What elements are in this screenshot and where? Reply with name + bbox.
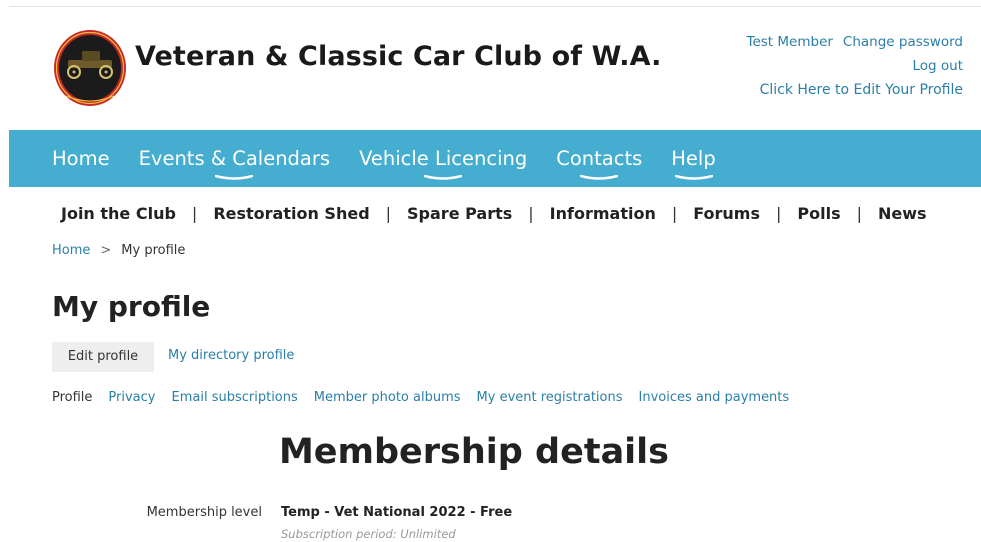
subnav-news[interactable]: News xyxy=(878,204,927,223)
page-title: My profile xyxy=(52,290,211,323)
my-directory-profile-link[interactable]: My directory profile xyxy=(168,348,294,363)
membership-level-label: Membership level xyxy=(146,505,262,520)
subnav-separator: | xyxy=(385,204,392,223)
membership-level-value: Temp - Vet National 2022 - Free xyxy=(281,505,513,520)
logout-link[interactable]: Log out xyxy=(912,58,963,74)
breadcrumb-home-link[interactable]: Home xyxy=(52,243,90,258)
tab-invoices-and-payments[interactable]: Invoices and payments xyxy=(639,390,790,405)
nav-item-contacts[interactable]: Contacts xyxy=(556,130,642,187)
nav-item-help[interactable]: Help xyxy=(671,130,716,187)
breadcrumb-current: My profile xyxy=(121,243,186,258)
nav-item-vehicle-licencing[interactable]: Vehicle Licencing xyxy=(359,130,527,187)
nav-item-label: Home xyxy=(52,147,110,170)
tab-my-event-registrations[interactable]: My event registrations xyxy=(477,390,623,405)
nav-item-label: Vehicle Licencing xyxy=(359,147,528,170)
subnav-forums[interactable]: Forums xyxy=(693,204,760,223)
nav-item-label: Help xyxy=(671,147,716,170)
subnav-separator: | xyxy=(191,204,198,223)
submenu-swoosh-icon xyxy=(674,175,713,180)
subscription-period-note: Subscription period: Unlimited xyxy=(281,527,456,541)
secondary-navigation: Join the Club | Restoration Shed | Spare… xyxy=(61,204,927,223)
subnav-polls[interactable]: Polls xyxy=(797,204,840,223)
breadcrumb-separator: > xyxy=(100,243,112,258)
submenu-swoosh-icon xyxy=(580,175,619,180)
profile-tabs: Profile Privacy Email subscriptions Memb… xyxy=(52,390,805,405)
tab-email-subscriptions[interactable]: Email subscriptions xyxy=(172,390,298,405)
site-title[interactable]: Veteran & Classic Car Club of W.A. xyxy=(135,41,662,72)
member-name-link[interactable]: Test Member xyxy=(747,34,833,50)
tab-profile[interactable]: Profile xyxy=(52,390,92,405)
main-navigation: Home Events & Calendars Vehicle Licencin… xyxy=(9,130,981,187)
submenu-swoosh-icon xyxy=(215,175,254,180)
subnav-separator: | xyxy=(528,204,534,223)
tab-member-photo-albums[interactable]: Member photo albums xyxy=(314,390,461,405)
change-password-link[interactable]: Change password xyxy=(843,34,963,50)
submenu-swoosh-icon xyxy=(424,175,463,180)
nav-item-events-calendars[interactable]: Events & Calendars xyxy=(139,130,330,187)
edit-profile-button[interactable]: Edit profile xyxy=(52,342,154,372)
subnav-separator: | xyxy=(856,204,862,223)
account-links: Test Member Change password Log out Click… xyxy=(747,31,963,103)
tab-privacy[interactable]: Privacy xyxy=(108,390,155,405)
nav-item-label: Events & Calendars xyxy=(138,147,331,170)
subnav-separator: | xyxy=(775,204,782,223)
subnav-information[interactable]: Information xyxy=(550,204,656,223)
top-divider xyxy=(9,6,981,7)
breadcrumb: Home > My profile xyxy=(52,243,185,258)
subnav-spare-parts[interactable]: Spare Parts xyxy=(407,204,512,223)
subnav-join-the-club[interactable]: Join the Club xyxy=(61,204,176,223)
subnav-separator: | xyxy=(671,204,678,223)
nav-item-home[interactable]: Home xyxy=(52,130,110,187)
vintage-car-club-emblem-icon xyxy=(54,30,126,106)
nav-item-label: Contacts xyxy=(556,147,643,170)
membership-details-heading: Membership details xyxy=(278,432,670,472)
subnav-restoration-shed[interactable]: Restoration Shed xyxy=(213,204,369,223)
edit-your-profile-link[interactable]: Click Here to Edit Your Profile xyxy=(760,82,963,98)
club-logo[interactable] xyxy=(52,24,128,108)
